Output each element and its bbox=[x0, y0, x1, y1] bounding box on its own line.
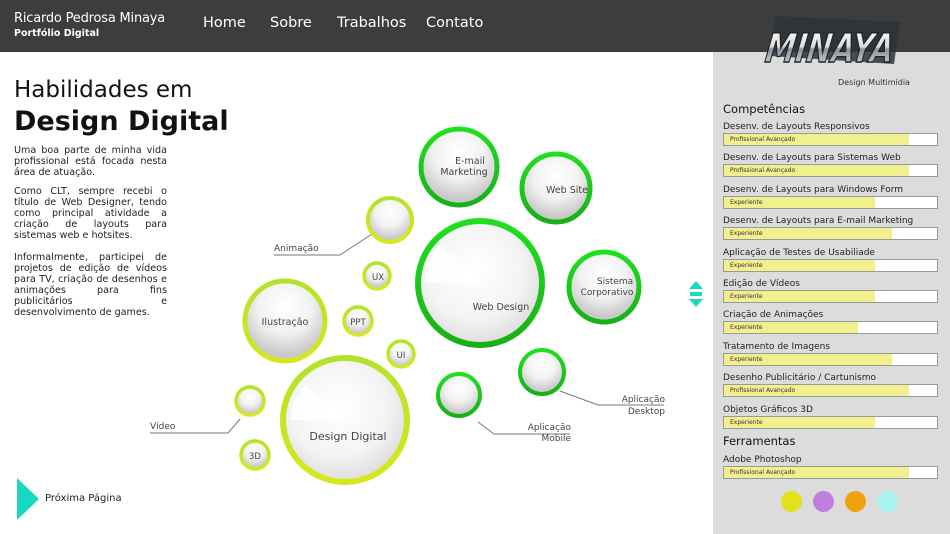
bubble-web-design[interactable]: Web Design bbox=[415, 218, 545, 348]
skill-label: Desenv. de Layouts para Windows Form bbox=[723, 184, 904, 195]
bubble-aplicacao-mobile[interactable] bbox=[436, 372, 482, 418]
skill-label: Desenv. de Layouts Responsivos bbox=[723, 122, 870, 132]
bubble-3d[interactable]: 3D bbox=[239, 439, 271, 471]
skill-level-bar: Profissional Avançado bbox=[723, 133, 938, 146]
next-page-arrow-icon[interactable] bbox=[17, 478, 39, 520]
skill-label: Adobe Photoshop bbox=[723, 455, 802, 465]
skill-label: Tratamento de Imagens bbox=[723, 341, 831, 352]
skill-level-bar: Experiente bbox=[723, 321, 938, 335]
skill-level-text: Experiente bbox=[730, 198, 763, 206]
bubble-ppt[interactable]: PPT bbox=[342, 305, 374, 337]
skill-label: Desenho Publicitário / Cartunismo bbox=[723, 373, 877, 384]
skill-level-text: Experiente bbox=[730, 261, 763, 269]
ferramentas-title: Ferramentas bbox=[723, 434, 796, 448]
logo-tagline: Design Multimídia bbox=[838, 78, 910, 87]
theme-swatch-yellow[interactable] bbox=[781, 491, 802, 512]
skill-level-text: Profissional Avançado bbox=[730, 167, 796, 175]
skill-level-text: Experiente bbox=[730, 418, 763, 426]
skill-level-text: Experiente bbox=[730, 324, 763, 332]
bubble-label-designdigital: Design Digital bbox=[309, 430, 386, 443]
bubble-design-digital[interactable]: Design Digital bbox=[280, 355, 410, 485]
theme-swatch-orange[interactable] bbox=[845, 491, 866, 512]
bubble-label-ui: UI bbox=[397, 351, 406, 361]
bubble-label-ilustracao: Ilustração bbox=[262, 317, 309, 328]
theme-swatch-purple[interactable] bbox=[813, 491, 834, 512]
skill-level-text: Profissional Avançado bbox=[730, 136, 796, 143]
bubble-sistema-corporativo[interactable]: Sistema Corporativo bbox=[566, 249, 642, 325]
skill-level-text: Profissional Avançado bbox=[730, 469, 796, 476]
bubble-web-site[interactable]: Web Site bbox=[519, 151, 593, 225]
skill-level-text: Experiente bbox=[730, 293, 763, 300]
skill-level-bar: Experiente bbox=[723, 195, 938, 209]
skill-label: Desenv. de Layouts para E-mail Marketing bbox=[723, 216, 914, 227]
bubble-label-webdesign: Web Design bbox=[473, 302, 530, 313]
bubble-ilustracao[interactable]: Ilustração bbox=[242, 278, 328, 364]
skill-level-text: Experiente bbox=[730, 230, 763, 238]
bubble-label-ppt: PPT bbox=[350, 318, 366, 328]
next-page-link[interactable]: Próxima Página bbox=[45, 493, 122, 504]
bubble-animacao[interactable] bbox=[366, 196, 414, 244]
skill-level-text: Experiente bbox=[730, 355, 763, 363]
skill-label: Aplicação de Testes de Usabiliade bbox=[723, 247, 875, 258]
scroll-up-down-icon[interactable] bbox=[689, 281, 703, 307]
skills-bubble-diagram: E-mail Marketing Web Site Sistema Corporat… bbox=[150, 126, 666, 485]
skill-level-bar: Experiente bbox=[723, 352, 938, 366]
competencias-title: Competências bbox=[723, 102, 806, 116]
skill-level-bar: Experiente bbox=[723, 258, 938, 272]
skill-level-bar: Experiente bbox=[723, 415, 938, 429]
bubble-email-marketing[interactable]: E-mail Marketing bbox=[418, 126, 500, 208]
label-animacao: Animação bbox=[274, 244, 319, 254]
bubble-ui[interactable]: UI bbox=[386, 339, 416, 369]
skill-label: Desenv. de Layouts para Sistemas Web bbox=[723, 153, 901, 164]
bubble-aplicacao-desktop[interactable] bbox=[518, 348, 566, 396]
skill-label: Edição de Vídeos bbox=[723, 279, 800, 289]
bubble-label-ux: UX bbox=[372, 273, 384, 283]
skill-level-bar: Experiente bbox=[723, 227, 938, 241]
skill-label: Objetos Gráficos 3D bbox=[723, 404, 813, 415]
skill-level-bar: Profissional Avançado bbox=[723, 164, 938, 178]
logo-text: MINAYA bbox=[764, 26, 897, 72]
minaya-logo: MINAYA bbox=[764, 16, 900, 73]
skill-level-text: Profissional Avançado bbox=[730, 387, 796, 395]
skill-level-bar: Experiente bbox=[723, 290, 938, 303]
label-video: Vídeo bbox=[150, 422, 176, 432]
skill-label: Criação de Animações bbox=[723, 310, 824, 321]
label-aplicacao-desktop: Aplicação Desktop bbox=[622, 395, 666, 417]
skill-level-bar: Profissional Avançado bbox=[723, 466, 938, 479]
bubble-video[interactable] bbox=[234, 385, 266, 417]
bubble-label-3d: 3D bbox=[249, 452, 261, 462]
bubble-label-website: Web Site bbox=[546, 185, 588, 196]
theme-swatch-cyan[interactable] bbox=[877, 491, 898, 512]
bubble-ux[interactable]: UX bbox=[362, 261, 392, 291]
skill-level-bar: Profissional Avançado bbox=[723, 384, 938, 398]
